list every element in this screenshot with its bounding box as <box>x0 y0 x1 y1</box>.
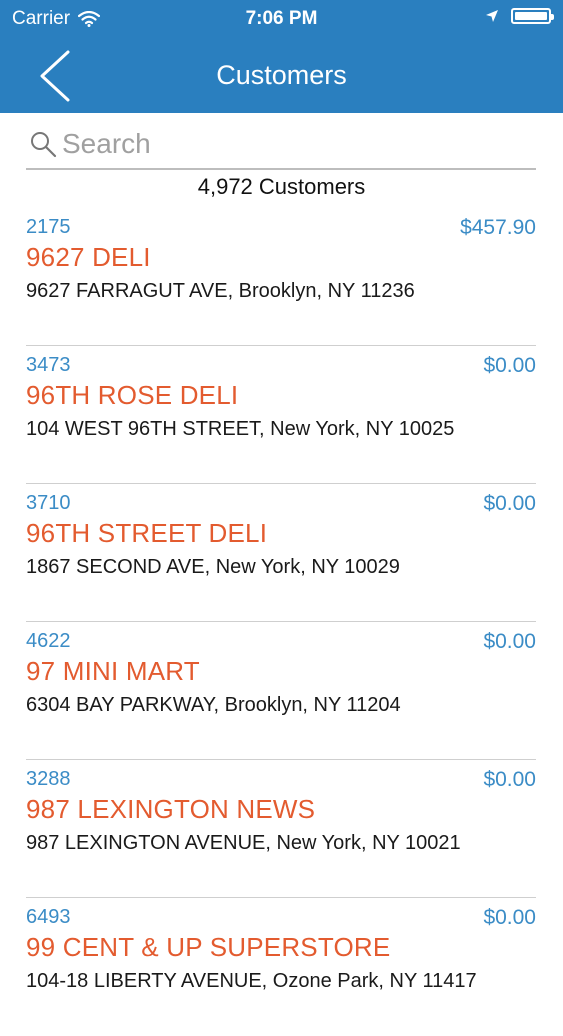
nav-header: Carrier 7:06 PM Customers <box>0 0 563 113</box>
customer-name: 987 LEXINGTON NEWS <box>26 794 316 824</box>
customer-balance: $457.90 <box>460 216 536 239</box>
customer-row[interactable]: 2175 $457.90 9627 DELI 9627 FARRAGUT AVE… <box>26 208 536 346</box>
customer-name: 99 CENT & UP SUPERSTORE <box>26 932 391 962</box>
status-bar: Carrier 7:06 PM <box>0 0 563 38</box>
customer-id: 3288 <box>26 768 71 790</box>
customer-name: 96TH ROSE DELI <box>26 380 239 410</box>
customer-name: 9627 DELI <box>26 242 151 272</box>
battery-icon <box>511 8 554 24</box>
customer-balance: $0.00 <box>483 768 536 791</box>
customer-row[interactable]: 3288 $0.00 987 LEXINGTON NEWS 987 LEXING… <box>26 760 536 898</box>
customer-balance: $0.00 <box>483 492 536 515</box>
customer-address: 104 WEST 96TH STREET, New York, NY 10025 <box>26 418 455 440</box>
customer-id: 6493 <box>26 906 71 928</box>
customer-row[interactable]: 6493 $0.00 99 CENT & UP SUPERSTORE 104-1… <box>26 898 536 1036</box>
customer-id: 2175 <box>26 216 71 238</box>
customer-address: 1867 SECOND AVE, New York, NY 10029 <box>26 556 400 578</box>
status-right <box>485 8 554 24</box>
page-title: Customers <box>216 60 347 90</box>
customer-balance: $0.00 <box>483 354 536 377</box>
search-icon <box>31 132 57 158</box>
customer-id: 3473 <box>26 354 71 376</box>
customer-row[interactable]: 3473 $0.00 96TH ROSE DELI 104 WEST 96TH … <box>26 346 536 484</box>
customer-address: 9627 FARRAGUT AVE, Brooklyn, NY 11236 <box>26 280 415 302</box>
customer-balance: $0.00 <box>483 630 536 653</box>
search-bar[interactable] <box>26 120 536 170</box>
customer-count: 4,972 Customers <box>197 174 366 199</box>
customer-name: 97 MINI MART <box>26 656 200 686</box>
status-time: 7:06 PM <box>245 8 318 29</box>
location-arrow-icon <box>486 10 498 22</box>
customer-address: 6304 BAY PARKWAY, Brooklyn, NY 11204 <box>26 694 401 716</box>
customer-id: 3710 <box>26 492 71 514</box>
customer-name: 96TH STREET DELI <box>26 518 268 548</box>
customer-id: 4622 <box>26 630 71 652</box>
customer-list: 2175 $457.90 9627 DELI 9627 FARRAGUT AVE… <box>0 208 563 1036</box>
customer-row[interactable]: 3710 $0.00 96TH STREET DELI 1867 SECOND … <box>26 484 536 622</box>
customer-row[interactable]: 4622 $0.00 97 MINI MART 6304 BAY PARKWAY… <box>26 622 536 760</box>
customer-address: 104-18 LIBERTY AVENUE, Ozone Park, NY 11… <box>26 970 477 992</box>
customer-address: 987 LEXINGTON AVENUE, New York, NY 10021 <box>26 832 461 854</box>
search-input[interactable] <box>60 127 524 161</box>
customer-balance: $0.00 <box>483 906 536 929</box>
